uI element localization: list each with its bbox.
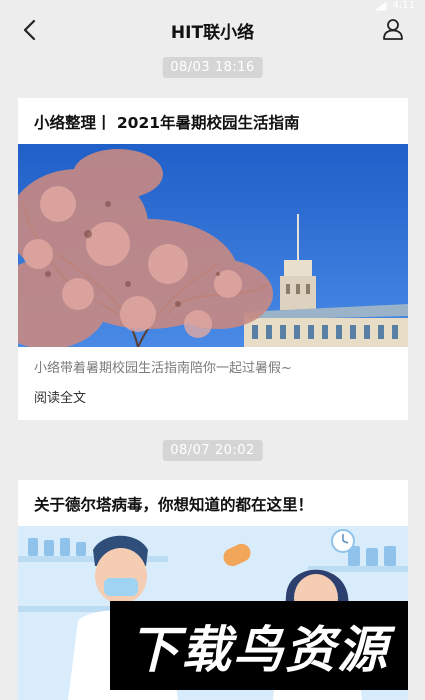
campus-blossom-image xyxy=(18,144,408,347)
article-title: 小络整理丨 2021年暑期校园生活指南 xyxy=(34,114,300,132)
watermark-text: 下载鸟资源 xyxy=(129,620,389,679)
article-title: 关于德尔塔病毒，你想知道的都在这里！ xyxy=(34,496,314,514)
timestamp: 08/07 20:02 xyxy=(162,440,263,461)
profile-button[interactable] xyxy=(379,15,407,43)
article-card[interactable]: 小络整理丨 2021年暑期校园生活指南 小络带着暑期校园生活指南陪你一起过暑假~… xyxy=(18,98,408,420)
article-summary: 小络带着暑期校园生活指南陪你一起过暑假~ xyxy=(34,361,292,376)
timestamp: 08/03 18:16 xyxy=(162,57,263,78)
watermark-banner: 下载鸟资源 xyxy=(110,601,408,690)
read-more-link[interactable]: 阅读全文 xyxy=(18,375,408,418)
nav-bar: HIT联小络 xyxy=(0,10,425,50)
article-image xyxy=(18,144,408,347)
page-title: HIT联小络 xyxy=(170,23,255,43)
user-icon xyxy=(383,19,403,40)
